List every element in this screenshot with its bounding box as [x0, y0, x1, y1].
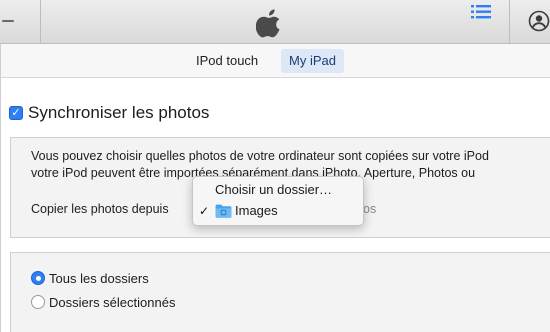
- copy-photos-suffix: os: [363, 202, 377, 216]
- sync-photos-label: Synchroniser les photos: [28, 103, 210, 122]
- folder-options-panel: Tous les dossiers Dossiers sélectionnés: [10, 252, 550, 332]
- radio-button-selected[interactable]: [31, 271, 45, 285]
- device-bar: IPod touch My iPad: [0, 44, 550, 78]
- radio-selected-folders[interactable]: Dossiers sélectionnés: [31, 292, 175, 312]
- toolbar: [0, 0, 550, 44]
- radio-all-folders-label: Tous les dossiers: [49, 270, 149, 286]
- checkmark-icon: ✓: [199, 204, 210, 218]
- folder-icon: [215, 204, 232, 218]
- radio-all-folders[interactable]: Tous les dossiers: [31, 268, 149, 288]
- window-left-border: [0, 44, 1, 332]
- tab-ipod-touch[interactable]: IPod touch: [188, 49, 266, 73]
- minus-icon: [2, 20, 14, 22]
- tab-my-ipad[interactable]: My iPad: [281, 49, 344, 73]
- list-icon[interactable]: [471, 5, 491, 19]
- radio-selected-folders-label: Dossiers sélectionnés: [49, 294, 176, 310]
- menu-item-choose-folder[interactable]: Choisir un dossier…: [193, 180, 363, 200]
- menu-item-images[interactable]: ✓ Images: [193, 201, 363, 221]
- toolbar-left-button[interactable]: [0, 0, 41, 44]
- radio-button-unselected[interactable]: [31, 295, 45, 309]
- sync-photos-checkbox[interactable]: ✓: [9, 106, 23, 120]
- account-button[interactable]: [509, 0, 550, 44]
- menu-item-images-label: Images: [235, 203, 278, 218]
- user-icon: [528, 10, 550, 32]
- sync-photos-row[interactable]: ✓ Synchroniser les photos: [9, 102, 209, 124]
- source-dropdown-menu: Choisir un dossier… ✓ Images: [192, 176, 364, 226]
- apple-logo: [256, 9, 280, 38]
- description-line-1: Vous pouvez choisir quelles photos de vo…: [31, 149, 489, 163]
- copy-photos-label: Copier les photos depuis: [31, 202, 169, 216]
